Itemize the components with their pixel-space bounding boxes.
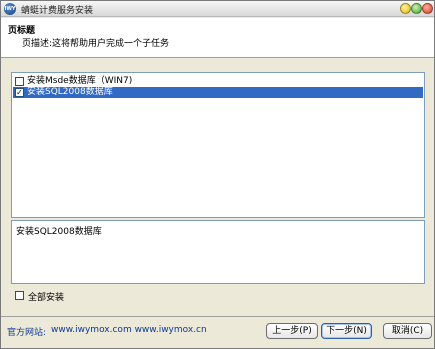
site-links[interactable]: www.iwymox.com www.iwymox.cn <box>51 325 207 335</box>
cancel-button[interactable]: 取消(C) <box>383 323 432 339</box>
page-description: 页描述:这将帮助用户完成一个子任务 <box>22 39 170 49</box>
select-all-label: 全部安装 <box>28 293 65 303</box>
checkbox[interactable]: ✓ <box>15 88 24 97</box>
list-item-label: 安装Msde数据库（WIN7) <box>27 76 133 86</box>
next-button[interactable]: 下一步(N) <box>321 323 372 339</box>
window-title: 蜻蜓计费服务安装 <box>21 6 94 16</box>
page-header: 页标题 页描述:这将帮助用户完成一个子任务 <box>1 18 434 58</box>
title-bar[interactable]: IWY 蜻蜓计费服务安装 <box>1 1 434 17</box>
app-logo-icon: IWY <box>4 3 16 15</box>
maximize-icon[interactable] <box>411 3 422 14</box>
checkbox[interactable] <box>15 291 24 300</box>
divider <box>1 316 434 317</box>
list-item[interactable]: ✓ 安装SQL2008数据库 <box>13 87 423 98</box>
installer-window: IWY 蜻蜓计费服务安装 页标题 页描述:这将帮助用户完成一个子任务 安装Msd… <box>0 0 435 349</box>
close-icon[interactable] <box>422 3 433 14</box>
component-description: 安装SQL2008数据库 <box>11 220 425 284</box>
list-item[interactable]: 安装Msde数据库（WIN7) <box>13 76 423 87</box>
site-label: 官方网站: <box>7 328 47 338</box>
prev-button[interactable]: 上一步(P) <box>266 323 318 339</box>
component-list[interactable]: 安装Msde数据库（WIN7) ✓ 安装SQL2008数据库 <box>11 72 425 218</box>
list-item-label: 安装SQL2008数据库 <box>27 87 113 97</box>
page-title: 页标题 <box>8 26 36 36</box>
minimize-icon[interactable] <box>400 3 411 14</box>
checkbox[interactable] <box>15 77 24 86</box>
description-text: 安装SQL2008数据库 <box>16 227 102 237</box>
